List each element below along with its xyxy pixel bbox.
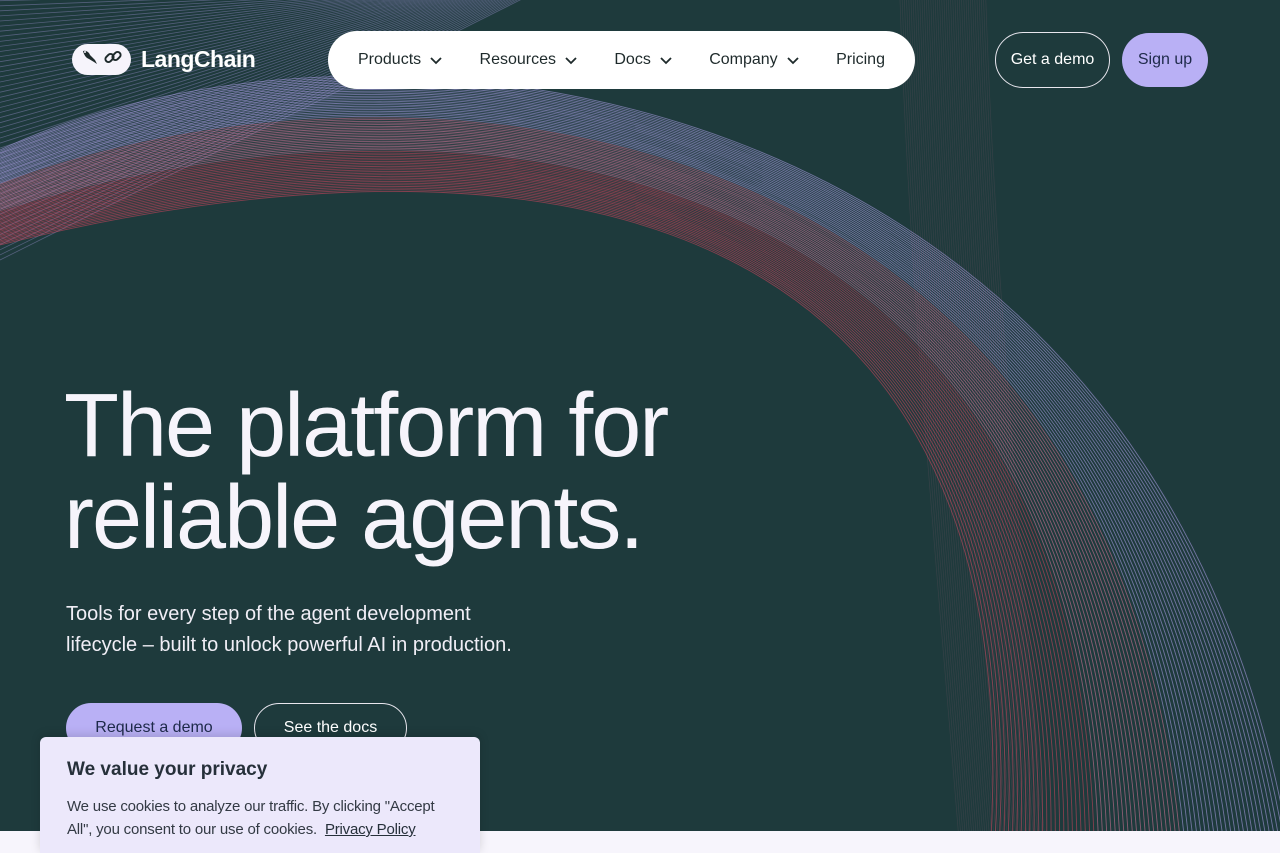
sign-up-button[interactable]: Sign up	[1122, 33, 1208, 87]
privacy-policy-link[interactable]: Privacy Policy	[325, 821, 416, 838]
nav-item-label: Pricing	[836, 51, 885, 68]
nav-item-products[interactable]: Products	[358, 51, 443, 69]
brand-name: LangChain	[141, 46, 256, 72]
nav-item-company[interactable]: Company	[709, 51, 799, 69]
chevron-down-icon	[786, 53, 800, 67]
nav-item-pricing[interactable]: Pricing	[836, 51, 885, 69]
cookie-banner: We value your privacy We use cookies to …	[40, 737, 480, 853]
langchain-logo[interactable]: LangChain	[72, 44, 256, 75]
main-nav: Products Resources Docs Company Pricing	[328, 31, 915, 89]
hero-subtitle: Tools for every step of the agent develo…	[66, 599, 546, 661]
get-a-demo-button[interactable]: Get a demo	[995, 32, 1110, 88]
logo-mark	[72, 44, 131, 75]
nav-item-label: Resources	[479, 51, 556, 68]
hero-subtitle-line-1: Tools for every step of the agent develo…	[66, 603, 471, 625]
hero-title-line-1: The platform for	[64, 376, 669, 476]
bird-icon	[80, 47, 100, 72]
nav-item-docs[interactable]: Docs	[614, 51, 672, 69]
cookie-banner-text: We use cookies to analyze our traffic. B…	[67, 795, 453, 841]
nav-item-resources[interactable]: Resources	[480, 51, 578, 69]
nav-item-label: Products	[358, 51, 422, 68]
nav-item-label: Company	[709, 51, 778, 68]
cookie-banner-title: We value your privacy	[67, 759, 268, 780]
chevron-down-icon	[564, 53, 578, 67]
chain-link-icon	[103, 47, 123, 72]
chevron-down-icon	[429, 53, 443, 67]
chevron-down-icon	[659, 53, 673, 67]
hero-title: The platform for reliable agents.	[64, 380, 764, 564]
hero-subtitle-line-2: lifecycle – built to unlock powerful AI …	[66, 634, 512, 656]
nav-item-label: Docs	[614, 51, 651, 68]
hero-title-line-2: reliable agents.	[64, 468, 644, 568]
